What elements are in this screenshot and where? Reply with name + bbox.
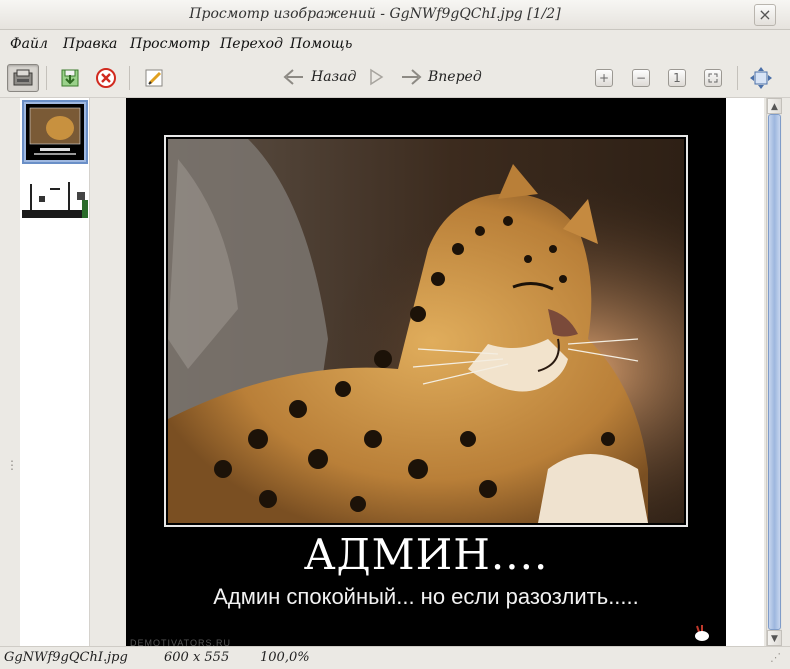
zoom-out-button[interactable]: −: [627, 64, 655, 92]
menu-view[interactable]: Просмотр: [130, 36, 210, 52]
zoom-in-icon: +: [595, 69, 613, 87]
toolbar: Назад Вперед + − 1: [0, 58, 790, 98]
window-title: Просмотр изображений - GgNWf9gQChI.jpg […: [189, 6, 561, 22]
toolbar-separator: [737, 66, 738, 90]
scroll-down-icon[interactable]: ▼: [767, 630, 782, 646]
best-fit-button[interactable]: [699, 64, 727, 92]
gallery-icon: [13, 69, 33, 86]
photo-frame: [164, 135, 688, 527]
status-filename: GgNWf9gQChI.jpg: [4, 650, 128, 665]
save-icon: [61, 69, 79, 87]
save-button[interactable]: [56, 64, 84, 92]
fullscreen-button[interactable]: [747, 64, 775, 92]
title-bar: Просмотр изображений - GgNWf9gQChI.jpg […: [0, 0, 790, 30]
image-watermark: DEMOTIVATORS.RU: [130, 638, 232, 646]
toolbar-separator: [46, 66, 47, 90]
pane-resize-handle[interactable]: ⋮: [6, 458, 18, 472]
toolbar-separator: [129, 66, 130, 90]
thumbnail-strip[interactable]: [20, 98, 90, 646]
play-button[interactable]: [368, 68, 384, 86]
leopard-photo: [168, 139, 684, 523]
normal-size-icon: 1: [668, 69, 686, 87]
menu-bar: Файл Правка Просмотр Переход Помощь: [0, 30, 790, 58]
menu-file[interactable]: Файл: [10, 36, 48, 52]
play-icon: [370, 68, 384, 86]
scrollbar-thumb[interactable]: [768, 114, 781, 630]
fullscreen-icon: [750, 67, 772, 89]
back-label: Назад: [311, 69, 357, 85]
image-headline: АДМИН....: [303, 530, 549, 579]
forward-label: Вперед: [428, 69, 482, 85]
arrow-left-icon: [283, 69, 303, 85]
back-button[interactable]: Назад: [283, 68, 356, 86]
status-bar: GgNWf9gQChI.jpg 600 x 555 100,0% ⋰: [0, 646, 790, 669]
delete-icon: [96, 68, 116, 88]
zoom-in-button[interactable]: +: [590, 64, 618, 92]
scroll-up-icon[interactable]: ▲: [767, 98, 782, 114]
status-dimensions: 600 x 555: [164, 650, 230, 665]
vertical-scrollbar[interactable]: ▲ ▼: [766, 98, 782, 646]
arrow-right-icon: [402, 69, 422, 85]
thumbnail-item-2[interactable]: [22, 178, 88, 242]
thumbnail-image-2: [22, 178, 88, 218]
window-close-button[interactable]: ×: [754, 4, 776, 26]
thumbnail-image-1: [26, 104, 84, 160]
toggle-gallery-button[interactable]: [7, 64, 39, 92]
right-pane-edge: [782, 98, 790, 646]
menu-help[interactable]: Помощь: [290, 36, 352, 52]
status-zoom: 100,0%: [260, 650, 310, 665]
rabbit-logo-icon: [695, 625, 709, 641]
thumbnail-item-1[interactable]: [22, 100, 88, 164]
image-caption: Админ спокойный... но если разозлить....…: [213, 584, 639, 609]
best-fit-icon: [704, 69, 722, 87]
pencil-icon: [145, 69, 163, 87]
forward-button[interactable]: Вперед: [400, 68, 482, 86]
menu-go[interactable]: Переход: [220, 36, 283, 52]
resize-grip-icon[interactable]: ⋰: [770, 651, 784, 665]
delete-button[interactable]: [92, 64, 120, 92]
image-viewport[interactable]: АДМИН.... Админ спокойный... но если раз…: [126, 98, 764, 646]
normal-size-button[interactable]: 1: [663, 64, 691, 92]
edit-button[interactable]: [140, 64, 168, 92]
zoom-out-icon: −: [632, 69, 650, 87]
menu-edit[interactable]: Правка: [63, 36, 117, 52]
gallery-pane: ⋮: [0, 98, 124, 646]
demotivator-image: АДМИН.... Админ спокойный... но если раз…: [126, 98, 726, 646]
